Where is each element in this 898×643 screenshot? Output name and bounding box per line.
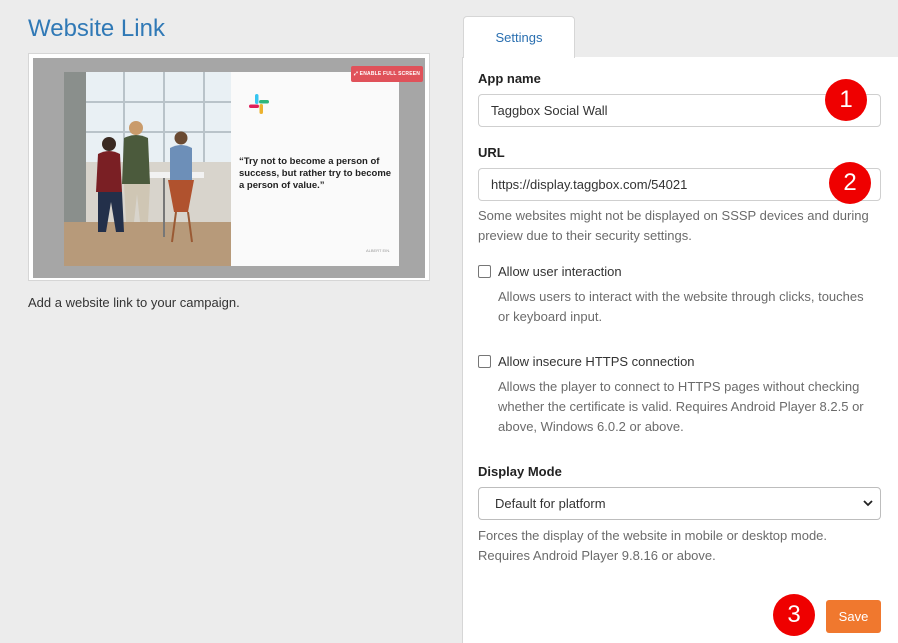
slide-quote: “Try not to become a person of success, … [239,156,392,191]
annotation-badge-2: 2 [829,162,871,204]
url-label: URL [478,145,505,160]
allow-interaction-help: Allows users to interact with the websit… [498,289,864,324]
allow-interaction-label[interactable]: Allow user interaction [498,264,622,279]
intro-text: Add a website link to your campaign. [28,295,240,310]
app-name-input[interactable] [478,94,881,127]
app-name-label: App name [478,71,541,86]
page-title: Website Link [28,15,165,42]
save-button[interactable]: Save [826,600,881,633]
allow-insecure-checkbox[interactable] [478,355,491,368]
allow-insecure-help: Allows the player to connect to HTTPS pa… [498,379,864,434]
annotation-badge-1: 1 [825,79,867,121]
office-photo [64,72,231,266]
display-mode-value: Default for platform [495,496,606,511]
website-preview: “Try not to become a person of success, … [28,53,430,281]
allow-insecure-label[interactable]: Allow insecure HTTPS connection [498,354,695,369]
url-input[interactable] [478,168,881,201]
display-mode-select[interactable]: Default for platform [478,487,881,520]
allow-interaction-checkbox[interactable] [478,265,491,278]
display-mode-help: Forces the display of the website in mob… [478,528,828,563]
enable-fullscreen-button[interactable]: ⤢ ENABLE FULL SCREEN [351,66,423,82]
fullscreen-label: ENABLE FULL SCREEN [359,71,421,77]
chevron-down-icon [863,500,873,507]
annotation-badge-3: 3 [773,594,815,636]
display-mode-label: Display Mode [478,464,562,479]
tab-settings[interactable]: Settings [463,16,575,58]
preview-slide: “Try not to become a person of success, … [64,72,399,266]
slack-logo-icon [249,94,269,114]
preview-viewport: “Try not to become a person of success, … [33,58,425,278]
url-help: Some websites might not be displayed on … [478,208,869,243]
slide-caption: ALBERT EIN. [366,248,391,253]
